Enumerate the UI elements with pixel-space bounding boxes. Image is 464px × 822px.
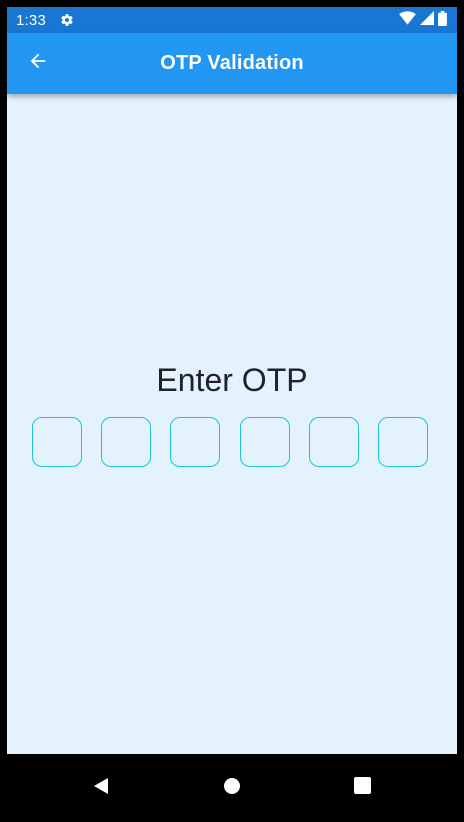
system-nav-bar xyxy=(0,754,464,822)
phone-frame: 1:33 OTP Validation Enter OTP xyxy=(0,0,464,822)
otp-digit-6[interactable] xyxy=(378,417,428,467)
gear-icon xyxy=(60,13,74,27)
arrow-left-icon xyxy=(27,50,49,77)
status-time: 1:33 xyxy=(16,11,46,29)
otp-digit-5[interactable] xyxy=(309,417,359,467)
nav-back-button[interactable] xyxy=(81,768,121,808)
app-screen: 1:33 OTP Validation Enter OTP xyxy=(7,7,457,754)
app-bar: OTP Validation xyxy=(7,33,457,94)
nav-recents-button[interactable] xyxy=(342,768,382,808)
recents-square-icon xyxy=(353,777,371,799)
home-circle-icon xyxy=(223,777,241,800)
back-triangle-icon xyxy=(92,777,110,800)
nav-home-button[interactable] xyxy=(212,768,252,808)
otp-digit-2[interactable] xyxy=(101,417,151,467)
status-bar: 1:33 xyxy=(7,7,457,33)
otp-digit-4[interactable] xyxy=(240,417,290,467)
otp-heading: Enter OTP xyxy=(156,362,308,398)
otp-input-row xyxy=(32,417,432,471)
main-content: Enter OTP xyxy=(7,94,457,754)
otp-digit-3[interactable] xyxy=(170,417,220,467)
otp-digit-1[interactable] xyxy=(32,417,82,467)
battery-icon xyxy=(438,10,447,30)
status-icons xyxy=(399,7,447,33)
page-title: OTP Validation xyxy=(160,52,304,74)
signal-icon xyxy=(420,11,434,29)
wifi-icon xyxy=(399,11,416,29)
back-button[interactable] xyxy=(21,47,54,80)
